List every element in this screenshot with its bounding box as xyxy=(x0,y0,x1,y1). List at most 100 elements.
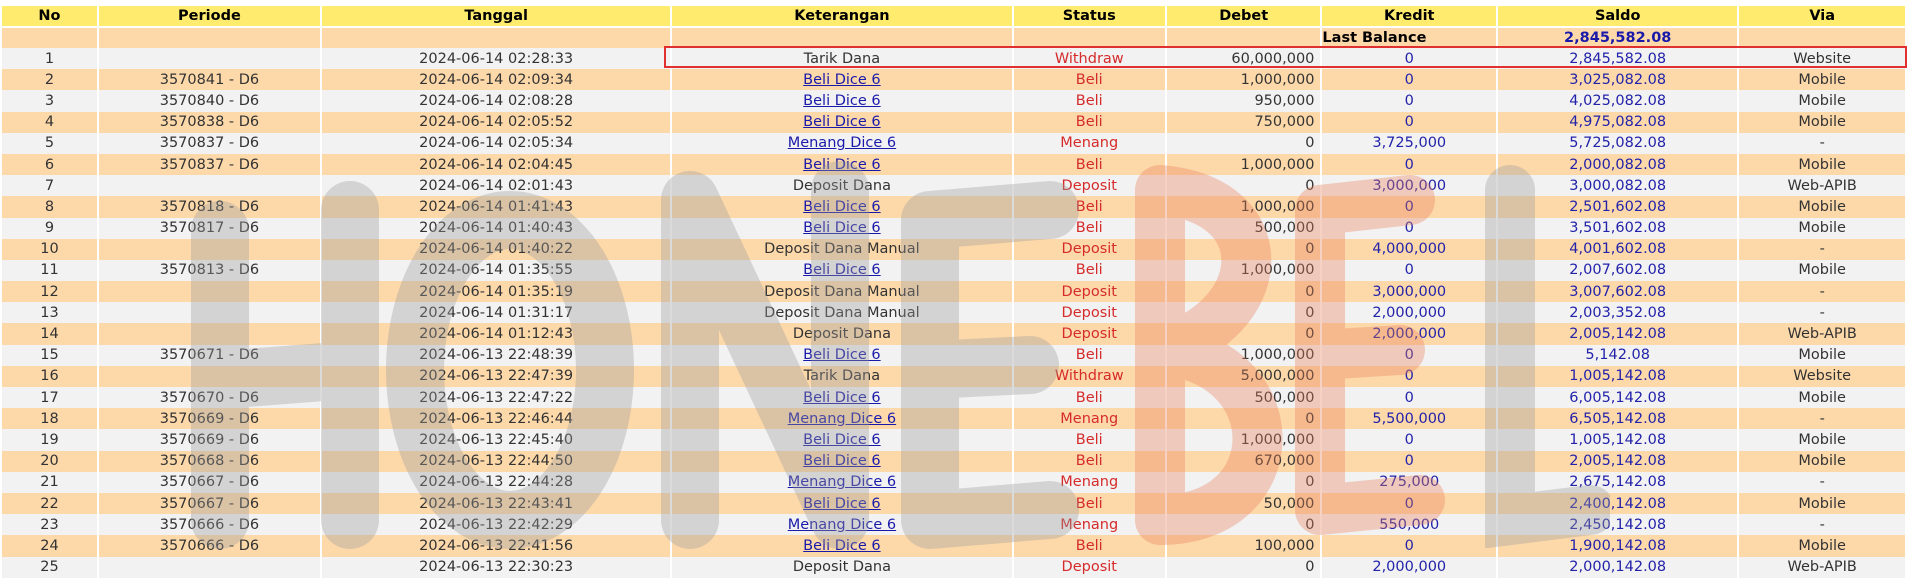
cell-debet: 0 xyxy=(1166,323,1321,345)
cell-keterangan: Deposit Dana xyxy=(672,556,1012,578)
header-kredit[interactable]: Kredit xyxy=(1322,6,1497,28)
table-row: 12 2024-06-14 01:35:19 Deposit Dana Manual… xyxy=(2,281,1905,303)
cell-debet: 750,000 xyxy=(1166,111,1321,133)
header-saldo[interactable]: Saldo xyxy=(1498,6,1738,28)
cell-no: 5 xyxy=(2,132,97,154)
cell-saldo: 2,000,142.08 xyxy=(1498,556,1738,578)
cell-kredit: 0 xyxy=(1322,387,1497,409)
cell-saldo: 4,025,082.08 xyxy=(1498,90,1738,112)
cell-via: Mobile xyxy=(1739,492,1905,515)
keterangan-link[interactable]: Beli Dice 6 xyxy=(803,453,880,469)
cell-tanggal: 2024-06-14 01:35:55 xyxy=(321,259,671,282)
table-row: 8 3570818 - D6 2024-06-14 01:41:43 Beli Dic… xyxy=(2,196,1905,218)
cell-keterangan: Menang Dice 6 xyxy=(672,471,1012,493)
cell-periode: 3570669 - D6 xyxy=(98,408,320,430)
cell-saldo: 2,400,142.08 xyxy=(1498,492,1738,515)
table-row: 3 3570840 - D6 2024-06-14 02:08:28 Beli Dic… xyxy=(2,90,1905,112)
cell-saldo: 3,025,082.08 xyxy=(1498,69,1738,91)
cell-keterangan: Deposit Dana Manual xyxy=(672,302,1012,324)
keterangan-link[interactable]: Menang Dice 6 xyxy=(788,411,896,427)
cell-kredit: 0 xyxy=(1322,196,1497,218)
cell-saldo: 6,005,142.08 xyxy=(1498,387,1738,409)
cell-keterangan: Tarik Dana xyxy=(672,48,1012,70)
cell-periode: 3570840 - D6 xyxy=(98,90,320,112)
cell-keterangan: Beli Dice 6 xyxy=(672,429,1012,451)
cell-debet: 0 xyxy=(1166,514,1321,536)
cell-keterangan: Beli Dice 6 xyxy=(672,535,1012,557)
keterangan-link[interactable]: Beli Dice 6 xyxy=(803,390,880,406)
cell-status: Beli xyxy=(1013,450,1165,472)
cell-periode: 3570671 - D6 xyxy=(98,344,320,366)
keterangan-link[interactable]: Beli Dice 6 xyxy=(803,93,880,109)
cell-kredit: 0 xyxy=(1322,365,1497,387)
cell-saldo: 2,005,142.08 xyxy=(1498,323,1738,345)
table-row: 22 3570667 - D6 2024-06-13 22:43:41 Beli Di… xyxy=(2,492,1905,515)
cell-keterangan: Deposit Dana xyxy=(672,323,1012,345)
cell-tanggal: 2024-06-13 22:45:40 xyxy=(321,429,671,451)
last-balance-label: Last Balance xyxy=(1322,28,1497,48)
keterangan-link[interactable]: Beli Dice 6 xyxy=(803,347,880,363)
cell-tanggal: 2024-06-13 22:48:39 xyxy=(321,344,671,366)
keterangan-link[interactable]: Beli Dice 6 xyxy=(803,199,880,215)
keterangan-link[interactable]: Menang Dice 6 xyxy=(788,517,896,533)
cell-keterangan: Beli Dice 6 xyxy=(672,259,1012,282)
header-via[interactable]: Via xyxy=(1739,6,1905,28)
cell-status: Beli xyxy=(1013,69,1165,91)
cell-periode: 3570667 - D6 xyxy=(98,471,320,493)
table-row: 9 3570817 - D6 2024-06-14 01:40:43 Beli Dic… xyxy=(2,217,1905,239)
cell-keterangan: Beli Dice 6 xyxy=(672,196,1012,218)
cell-no: 14 xyxy=(2,323,97,345)
cell-no: 21 xyxy=(2,471,97,493)
cell-saldo: 1,005,142.08 xyxy=(1498,365,1738,387)
table-row: 1 2024-06-14 02:28:33 Tarik Dana Withdraw 60… xyxy=(2,48,1905,70)
table-row: 25 2024-06-13 22:30:23 Deposit Dana Deposit… xyxy=(2,556,1905,578)
cell-no: 1 xyxy=(2,48,97,70)
table-row: 19 3570669 - D6 2024-06-13 22:45:40 Beli Di… xyxy=(2,429,1905,451)
cell-debet: 0 xyxy=(1166,175,1321,197)
cell-debet: 500,000 xyxy=(1166,217,1321,239)
cell-periode: 3570838 - D6 xyxy=(98,111,320,133)
keterangan-link[interactable]: Beli Dice 6 xyxy=(803,157,880,173)
cell-status: Menang xyxy=(1013,132,1165,154)
cell-debet: 50,000 xyxy=(1166,492,1321,515)
table-row: 14 2024-06-14 01:12:43 Deposit Dana Deposit… xyxy=(2,323,1905,345)
table-row: 5 3570837 - D6 2024-06-14 02:05:34 Menang D… xyxy=(2,132,1905,154)
cell-status: Withdraw xyxy=(1013,365,1165,387)
cell-via: Website xyxy=(1739,365,1905,387)
cell-via: Mobile xyxy=(1739,196,1905,218)
cell-debet: 1,000,000 xyxy=(1166,196,1321,218)
cell-tanggal: 2024-06-13 22:43:41 xyxy=(321,492,671,515)
cell-status: Beli xyxy=(1013,111,1165,133)
cell-periode xyxy=(98,323,320,345)
header-status[interactable]: Status xyxy=(1013,6,1165,28)
keterangan-link[interactable]: Beli Dice 6 xyxy=(803,262,880,278)
header-keterangan[interactable]: Keterangan xyxy=(672,6,1012,28)
cell-no: 17 xyxy=(2,387,97,409)
cell-kredit: 3,725,000 xyxy=(1322,132,1497,154)
header-periode[interactable]: Periode xyxy=(98,6,320,28)
cell-keterangan: Menang Dice 6 xyxy=(672,514,1012,536)
keterangan-link[interactable]: Beli Dice 6 xyxy=(803,432,880,448)
cell-status: Deposit xyxy=(1013,323,1165,345)
header-tanggal[interactable]: Tanggal xyxy=(321,6,671,28)
keterangan-link[interactable]: Menang Dice 6 xyxy=(788,135,896,151)
cell-periode xyxy=(98,175,320,197)
cell-saldo: 5,142.08 xyxy=(1498,344,1738,366)
cell-debet: 1,000,000 xyxy=(1166,344,1321,366)
keterangan-link[interactable]: Beli Dice 6 xyxy=(803,72,880,88)
cell-debet: 950,000 xyxy=(1166,90,1321,112)
cell-via: - xyxy=(1739,238,1905,260)
keterangan-link[interactable]: Beli Dice 6 xyxy=(803,496,880,512)
cell-no: 9 xyxy=(2,217,97,239)
header-debet[interactable]: Debet xyxy=(1166,6,1321,28)
cell-keterangan: Beli Dice 6 xyxy=(672,153,1012,176)
keterangan-link[interactable]: Beli Dice 6 xyxy=(803,220,880,236)
cell-tanggal: 2024-06-14 01:40:43 xyxy=(321,217,671,239)
cell-debet: 0 xyxy=(1166,556,1321,578)
cell-keterangan: Beli Dice 6 xyxy=(672,344,1012,366)
keterangan-link[interactable]: Menang Dice 6 xyxy=(788,474,896,490)
cell-tanggal: 2024-06-13 22:46:44 xyxy=(321,408,671,430)
header-no[interactable]: No xyxy=(2,6,97,28)
keterangan-link[interactable]: Beli Dice 6 xyxy=(803,538,880,554)
keterangan-link[interactable]: Beli Dice 6 xyxy=(803,114,880,130)
